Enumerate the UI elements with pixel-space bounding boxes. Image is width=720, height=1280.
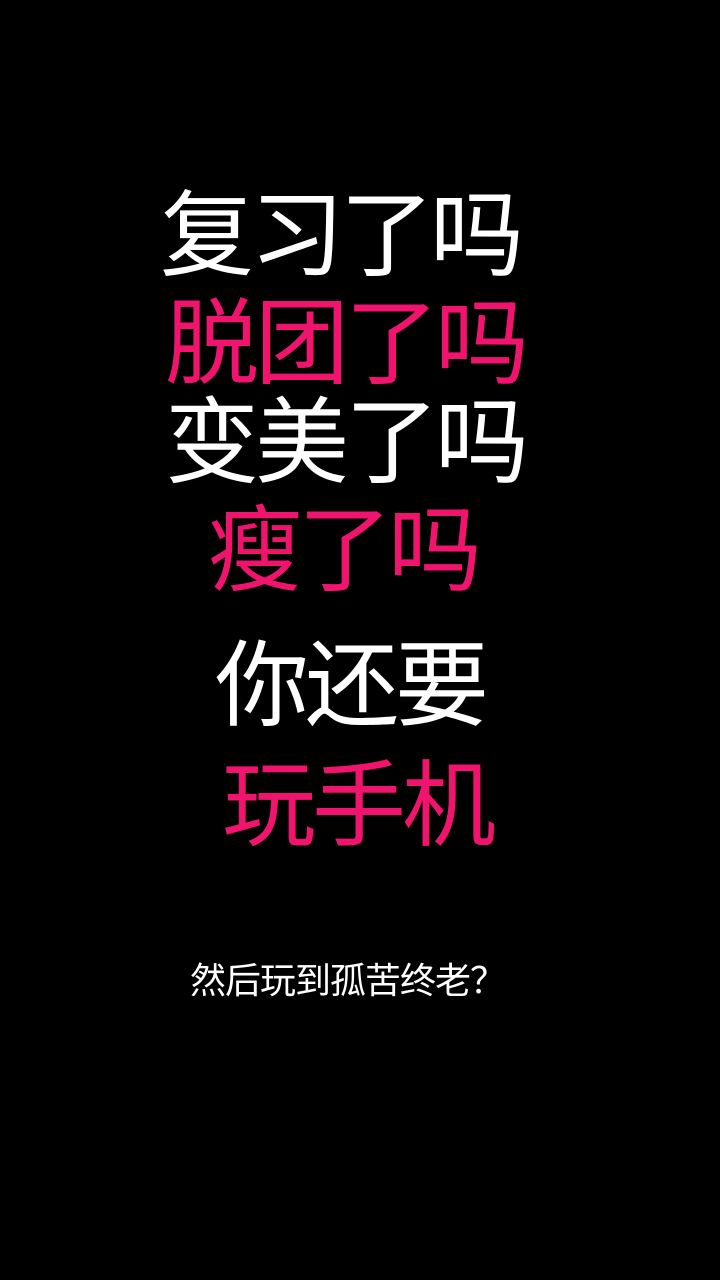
poster-screen: 复习了吗 脱团了吗 变美了吗 瘦了吗 你还要 玩手机 然后玩到孤苦终老？ bbox=[0, 0, 720, 1280]
line-you-still: 你还要 bbox=[215, 632, 489, 741]
line-single-question: 脱团了吗 bbox=[165, 290, 529, 399]
line-review-question: 复习了吗 bbox=[160, 182, 524, 291]
line-thinner-question: 瘦了吗 bbox=[208, 497, 482, 606]
footer-question: 然后玩到孤苦终老？ bbox=[190, 961, 506, 1002]
line-prettier-question: 变美了吗 bbox=[165, 389, 529, 498]
line-play-phone: 玩手机 bbox=[222, 752, 496, 861]
